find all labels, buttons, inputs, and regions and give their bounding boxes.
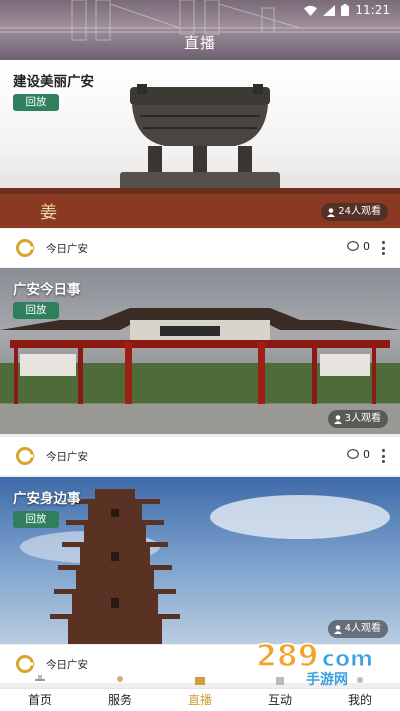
source-logo-icon	[16, 447, 34, 465]
nav-item-live[interactable]: 直播	[160, 677, 240, 711]
svg-text:com: com	[322, 647, 373, 672]
source-logo-icon	[16, 655, 34, 673]
service-icon	[117, 676, 123, 682]
comment-count: 0	[363, 240, 370, 253]
card-title: 建设美丽广安	[13, 74, 94, 90]
signal-icon	[323, 4, 336, 16]
page-title: 直播	[183, 34, 216, 52]
source-name[interactable]: 今日广安	[46, 449, 88, 464]
svg-text:姜: 姜	[40, 203, 69, 223]
source-name[interactable]: 今日广安	[46, 657, 88, 672]
replay-badge[interactable]: 回放	[13, 94, 59, 111]
live-icon	[195, 677, 205, 685]
nav-item-profile[interactable]: 我的	[320, 677, 400, 711]
card-title: 广安今日事	[13, 282, 81, 298]
live-thumbnail[interactable]: 广安今日事 回放 3人观看	[0, 268, 400, 434]
nav-item-service[interactable]: 服务	[80, 676, 160, 711]
source-name[interactable]: 今日广安	[46, 241, 88, 256]
battery-icon	[341, 4, 350, 16]
live-feed[interactable]: 姜 建设美丽广安 回放 24人观看 今日广安 0 广安今日事 回放 3人观看 今…	[0, 60, 400, 688]
live-card[interactable]: 广安今日事 回放 3人观看 今日广安 0	[0, 268, 400, 476]
svg-text:手游网: 手游网	[306, 671, 348, 688]
viewer-count: 3人观看	[327, 410, 388, 428]
comment-icon	[347, 449, 359, 459]
home-icon	[35, 675, 45, 681]
nav-label: 服务	[107, 693, 132, 707]
source-logo-icon	[16, 239, 34, 257]
card-title: 广安身边事	[13, 491, 81, 507]
nav-item-home[interactable]: 首页	[0, 675, 80, 711]
profile-icon	[357, 677, 363, 683]
person-icon	[333, 624, 342, 634]
comment-icon	[347, 241, 359, 251]
live-card[interactable]: 姜 建设美丽广安 回放 24人观看 今日广安 0	[0, 60, 400, 267]
interact-icon	[276, 677, 284, 685]
viewer-count: 24人观看	[321, 203, 388, 221]
comment-button[interactable]: 0	[347, 448, 370, 461]
svg-text:289: 289	[256, 639, 319, 674]
app-header: 11:21 直播	[0, 0, 400, 60]
wifi-icon	[304, 5, 318, 16]
comment-count: 0	[363, 448, 370, 461]
replay-badge[interactable]: 回放	[13, 511, 59, 528]
viewer-count-label: 24人观看	[338, 206, 381, 217]
replay-badge[interactable]: 回放	[13, 302, 59, 319]
live-thumbnail[interactable]: 姜 建设美丽广安 回放 24人观看	[0, 60, 400, 228]
card-footer: 今日广安 0	[0, 437, 400, 475]
nav-label: 互动	[267, 693, 292, 707]
nav-item-interact[interactable]: 互动	[240, 677, 320, 711]
nav-label: 我的	[347, 693, 372, 707]
card-footer: 今日广安 0	[0, 229, 400, 267]
status-time: 11:21	[355, 3, 390, 17]
bottom-nav: 首页 服务 直播 互动 我的	[0, 675, 400, 711]
nav-label: 首页	[27, 693, 52, 707]
status-bar: 11:21	[0, 0, 400, 20]
live-thumbnail[interactable]: 广安身边事 回放 4人观看	[0, 477, 400, 644]
person-icon	[333, 414, 342, 424]
nav-label: 直播	[187, 693, 212, 707]
person-icon	[327, 207, 336, 217]
more-options-icon[interactable]	[378, 238, 388, 258]
comment-button[interactable]: 0	[347, 240, 370, 253]
more-options-icon[interactable]	[378, 446, 388, 466]
viewer-count-label: 3人观看	[344, 413, 381, 424]
